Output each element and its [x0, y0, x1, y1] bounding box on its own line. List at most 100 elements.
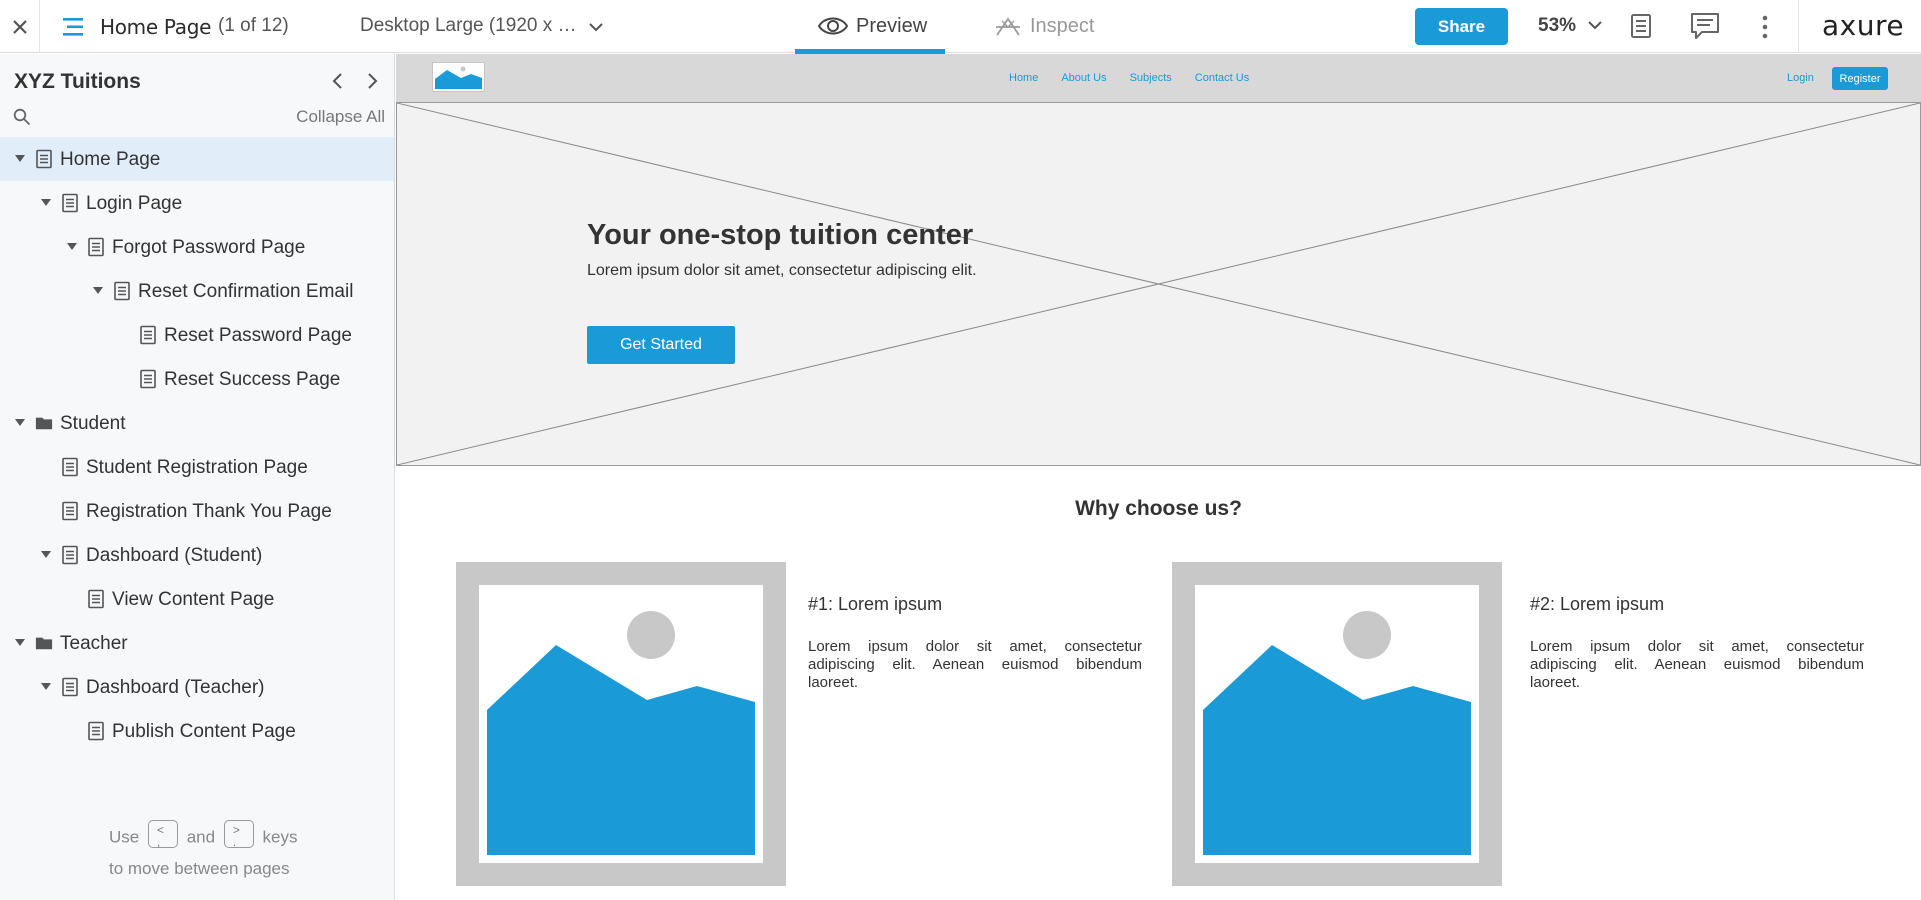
get-started-button[interactable]: Get Started — [587, 326, 735, 364]
tree-item-label: Reset Confirmation Email — [138, 281, 354, 302]
tree-item[interactable]: View Content Page — [0, 577, 394, 621]
page-icon — [62, 545, 78, 565]
tree-item-label: Publish Content Page — [112, 721, 296, 742]
page-icon — [88, 721, 104, 741]
tree-item-label: View Content Page — [112, 589, 275, 610]
prototype-navbar: Home About Us Subjects Contact Us Login … — [396, 54, 1921, 102]
tree-item[interactable]: Teacher — [0, 621, 394, 665]
nav-link-home[interactable]: Home — [1009, 72, 1038, 84]
tree-item-label: Login Page — [86, 193, 183, 214]
axure-logo[interactable]: axure — [1822, 9, 1904, 42]
tab-inspect[interactable]: Inspect — [995, 0, 1115, 53]
section-heading: Why choose us? — [1075, 497, 1242, 520]
logo-placeholder[interactable] — [432, 62, 485, 92]
tree-item[interactable]: Registration Thank You Page — [0, 489, 394, 533]
next-key: >. — [223, 820, 254, 849]
next-key-bottom: . — [232, 835, 237, 849]
hero-title: Your one-stop tuition center — [587, 219, 974, 251]
eye-icon — [817, 17, 849, 35]
preview-canvas: Home About Us Subjects Contact Us Login … — [396, 54, 1921, 900]
card-image — [456, 562, 786, 886]
image-frame — [479, 585, 763, 863]
divider — [1798, 0, 1799, 53]
nav-link-contact[interactable]: Contact Us — [1195, 72, 1249, 84]
register-button[interactable]: Register — [1832, 67, 1888, 90]
expand-triangle-icon[interactable] — [40, 682, 52, 692]
tree-item-label: Student Registration Page — [86, 457, 308, 478]
hint-text-line2: to move between pages — [109, 859, 290, 878]
tree-item-label: Student — [60, 413, 126, 434]
card-image — [1172, 562, 1502, 886]
tab-preview-label: Preview — [856, 15, 928, 37]
tab-preview[interactable]: Preview — [795, 0, 945, 54]
keyboard-hint: Use <, and >. keys — [109, 820, 298, 852]
nav-link-about[interactable]: About Us — [1061, 72, 1106, 84]
hint-text: and — [186, 827, 216, 847]
image-frame — [1195, 585, 1479, 863]
login-link[interactable]: Login — [1787, 72, 1814, 84]
tree-item[interactable]: Student — [0, 401, 394, 445]
page-icon — [140, 325, 156, 345]
search-icon[interactable] — [13, 108, 31, 126]
tree-item-label: Reset Success Page — [164, 369, 341, 390]
tree-item[interactable]: Reset Password Page — [0, 313, 394, 357]
tree-item[interactable]: Home Page — [0, 137, 394, 181]
chevron-down-icon[interactable] — [588, 20, 604, 34]
folder-icon — [35, 417, 53, 430]
page-icon — [36, 149, 52, 169]
image-placeholder-icon — [435, 66, 482, 89]
comments-icon[interactable] — [1690, 12, 1720, 40]
image-placeholder-cross — [397, 103, 1920, 465]
tree-item[interactable]: Reset Success Page — [0, 357, 394, 401]
tree-item[interactable]: Publish Content Page — [0, 709, 394, 753]
page-icon — [88, 589, 104, 609]
close-button[interactable] — [0, 0, 40, 53]
tree-item[interactable]: Forgot Password Page — [0, 225, 394, 269]
page-title: Home Page — [100, 15, 212, 39]
notes-icon[interactable] — [1630, 13, 1652, 39]
tree-item-label: Dashboard (Teacher) — [86, 677, 265, 698]
page-count: (1 of 12) — [218, 15, 289, 36]
tree-item-label: Home Page — [60, 149, 161, 170]
expand-triangle-icon[interactable] — [92, 286, 104, 296]
page-icon — [140, 369, 156, 389]
zoom-level[interactable]: 53% — [1538, 15, 1576, 37]
tree-item[interactable]: Dashboard (Teacher) — [0, 665, 394, 709]
project-title: XYZ Tuitions — [14, 70, 141, 93]
collapse-all-button[interactable]: Collapse All — [296, 107, 385, 127]
prev-key: <, — [147, 820, 178, 849]
prototype-nav-links: Home About Us Subjects Contact Us — [1009, 72, 1249, 84]
card-text: Lorem ipsum dolor sit amet, consectetur … — [1530, 638, 1864, 691]
hint-text: Use — [109, 827, 140, 847]
tree-item[interactable]: Login Page — [0, 181, 394, 225]
expand-triangle-icon[interactable] — [14, 638, 26, 648]
menu-icon[interactable] — [60, 14, 86, 40]
page-icon — [62, 457, 78, 477]
tab-inspect-label: Inspect — [1030, 15, 1095, 37]
tree-item[interactable]: Student Registration Page — [0, 445, 394, 489]
card-title: #2: Lorem ipsum — [1530, 594, 1665, 614]
tree-item-label: Forgot Password Page — [112, 237, 306, 258]
nav-link-subjects[interactable]: Subjects — [1130, 72, 1172, 84]
expand-triangle-icon[interactable] — [14, 154, 26, 164]
tree-item[interactable]: Reset Confirmation Email — [0, 269, 394, 313]
more-icon[interactable] — [1760, 14, 1770, 40]
expand-triangle-icon[interactable] — [66, 242, 78, 252]
tree-item-label: Teacher — [60, 633, 128, 654]
hint-text: keys — [262, 827, 298, 847]
prev-key-bottom: , — [156, 835, 161, 849]
tree-item[interactable]: Dashboard (Student) — [0, 533, 394, 577]
expand-triangle-icon[interactable] — [40, 550, 52, 560]
chevron-down-icon[interactable] — [1588, 19, 1602, 31]
device-select[interactable]: Desktop Large (1920 x … — [360, 15, 577, 37]
page-icon — [88, 237, 104, 257]
chevron-right-icon[interactable] — [364, 70, 380, 92]
share-button[interactable]: Share — [1415, 8, 1508, 45]
pages-sidebar: XYZ Tuitions Collapse All Home Page Login… — [0, 54, 395, 900]
page-icon — [114, 281, 130, 301]
expand-triangle-icon[interactable] — [14, 418, 26, 428]
chevron-left-icon[interactable] — [330, 70, 346, 92]
expand-triangle-icon[interactable] — [40, 198, 52, 208]
inspect-icon — [996, 17, 1020, 36]
top-toolbar: Home Page (1 of 12) Desktop Large (1920 … — [0, 0, 1921, 54]
